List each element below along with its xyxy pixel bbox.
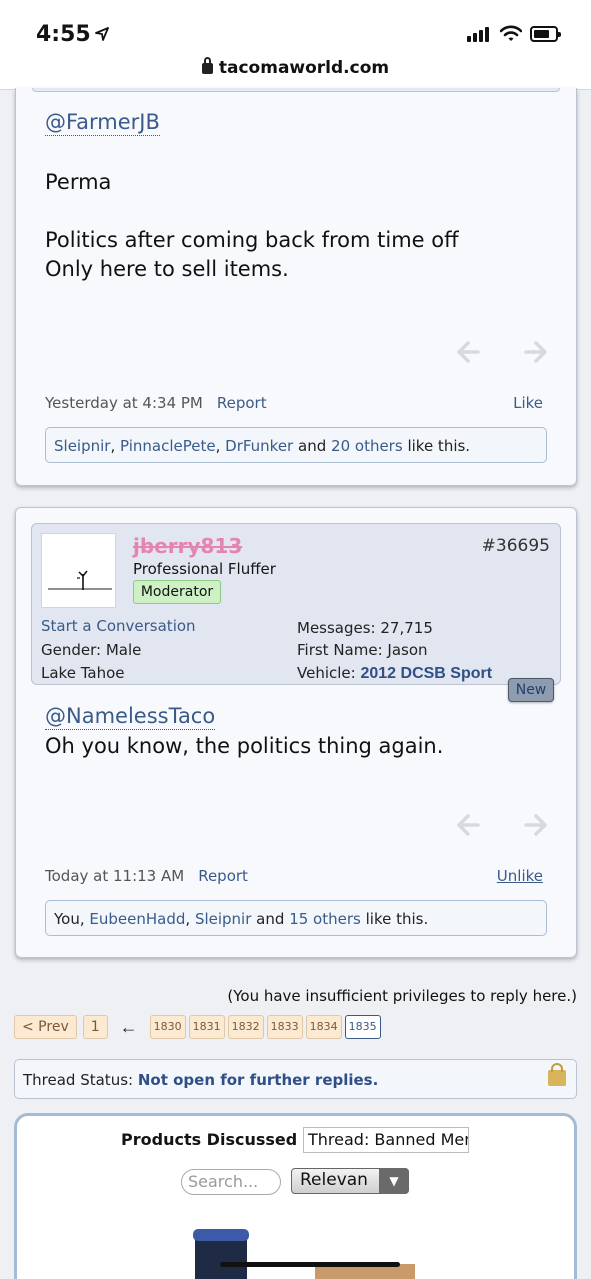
new-post-badge: New: [508, 678, 554, 702]
post-meta: Today at 11:13 AM Report: [45, 867, 248, 885]
avatar[interactable]: [41, 533, 116, 608]
post-message: Oh you know, the politics thing again.: [45, 734, 444, 758]
products-discussed-panel: Products Discussed in Thread: Banned Mem…: [14, 1113, 577, 1279]
start-conversation-link[interactable]: Start a Conversation: [41, 617, 196, 635]
avatar-image: [48, 570, 112, 590]
clock: 4:55: [36, 22, 91, 47]
quoted-user-link[interactable]: @FarmerJB: [45, 110, 160, 136]
likes-summary: You, EubeenHadd, Sleipnir and 15 others …: [45, 900, 547, 936]
user-info-bottom: [32, 88, 560, 92]
battery-icon: [530, 26, 561, 42]
page-link[interactable]: 1831: [188, 1015, 225, 1039]
vehicle-label: Vehicle:: [297, 664, 356, 682]
lock-icon: [201, 57, 213, 74]
post-number-link[interactable]: #36695: [482, 536, 550, 556]
liker-link[interactable]: PinnaclePete: [120, 437, 216, 455]
moderator-badge: Moderator: [133, 580, 221, 604]
post: jberry813 Professional Fluffer Moderator…: [15, 507, 577, 958]
report-link[interactable]: Report: [217, 394, 267, 412]
products-label: Products Discussed in: [121, 1130, 320, 1149]
products-sort-select[interactable]: Relevan ▼: [291, 1168, 409, 1194]
cellular-signal-icon: [467, 27, 489, 42]
arrow-right-icon[interactable]: [524, 340, 548, 364]
vehicle-value: 2012 DCSB Sport: [360, 665, 493, 682]
page-link[interactable]: 1834: [305, 1015, 342, 1039]
post: @FarmerJB Perma Politics after coming ba…: [15, 88, 577, 486]
arrow-right-icon[interactable]: [524, 813, 548, 837]
wifi-icon: [500, 25, 522, 41]
reply-privileges-notice: (You have insufficient privileges to rep…: [227, 987, 577, 1005]
likes-summary: Sleipnir, PinnaclePete, DrFunker and 20 …: [45, 427, 547, 463]
user-first-name: First Name: Jason: [297, 641, 428, 659]
location-arrow-icon: [95, 27, 109, 41]
liker-link[interactable]: EubeenHadd: [89, 910, 185, 928]
address-bar[interactable]: tacomaworld.com: [0, 57, 591, 78]
products-search-input[interactable]: Search...: [181, 1169, 281, 1195]
url-text: tacomaworld.com: [218, 58, 390, 78]
liker-link[interactable]: DrFunker: [225, 437, 293, 455]
likes-others-link[interactable]: 20 others: [331, 437, 403, 455]
home-indicator: [220, 1262, 400, 1267]
sort-select-value: Relevan: [300, 1170, 368, 1190]
thread-status-value: Not open for further replies.: [137, 1071, 379, 1089]
product-image[interactable]: [193, 1229, 249, 1279]
products-scope-field[interactable]: Thread: Banned Mem: [303, 1127, 469, 1153]
page-link[interactable]: 1830: [149, 1015, 186, 1039]
user-gender: Gender: Male: [41, 641, 142, 659]
user-info-block: jberry813 Professional Fluffer Moderator…: [31, 523, 561, 685]
padlock-icon: [548, 1063, 566, 1086]
thread-status-label: Thread Status:: [23, 1071, 134, 1089]
username-link[interactable]: jberry813: [133, 534, 242, 558]
user-title: Professional Fluffer: [133, 560, 276, 578]
user-messages-count: Messages: 27,715: [297, 619, 433, 637]
page-jump-arrow[interactable]: ←: [120, 1017, 138, 1038]
post-message: Perma Politics after coming back from ti…: [45, 170, 459, 281]
user-location: Lake Tahoe: [41, 664, 125, 682]
post-timestamp: Yesterday at 4:34 PM: [45, 394, 203, 412]
liker-link[interactable]: Sleipnir: [54, 437, 110, 455]
likes-you: You,: [54, 910, 85, 928]
likes-and: and: [298, 437, 327, 455]
arrow-left-icon[interactable]: [456, 340, 480, 364]
browser-status-bar: 4:55 tacomaworld.com: [0, 0, 591, 90]
page-link[interactable]: 1833: [266, 1015, 303, 1039]
post-meta: Yesterday at 4:34 PM Report: [45, 394, 267, 412]
liker-link[interactable]: Sleipnir: [195, 910, 251, 928]
page-link-current[interactable]: 1835: [344, 1015, 381, 1039]
user-vehicle: Vehicle: 2012 DCSB Sport: [297, 664, 492, 683]
likes-suffix: like this.: [365, 910, 429, 928]
prev-page-button[interactable]: < Prev: [14, 1015, 77, 1039]
quoted-user-link[interactable]: @NamelessTaco: [45, 704, 216, 730]
arrow-left-icon[interactable]: [456, 813, 480, 837]
unlike-link[interactable]: Unlike: [497, 867, 543, 885]
likes-suffix: like this.: [407, 437, 471, 455]
likes-and: and: [256, 910, 285, 928]
like-link[interactable]: Like: [513, 394, 543, 412]
post-nav-arrows: [456, 340, 566, 364]
likes-others-link[interactable]: 15 others: [289, 910, 361, 928]
post-nav-arrows: [456, 813, 566, 837]
page-link-first[interactable]: 1: [82, 1015, 108, 1039]
post-timestamp: Today at 11:13 AM: [45, 867, 185, 885]
thread-status-bar: Thread Status: Not open for further repl…: [14, 1059, 577, 1099]
pagination: < Prev 1 ← 1830 1831 1832 1833 1834 1835: [14, 1014, 384, 1040]
dropdown-arrow-icon: ▼: [379, 1168, 409, 1194]
report-link[interactable]: Report: [198, 867, 248, 885]
page-link[interactable]: 1832: [227, 1015, 264, 1039]
